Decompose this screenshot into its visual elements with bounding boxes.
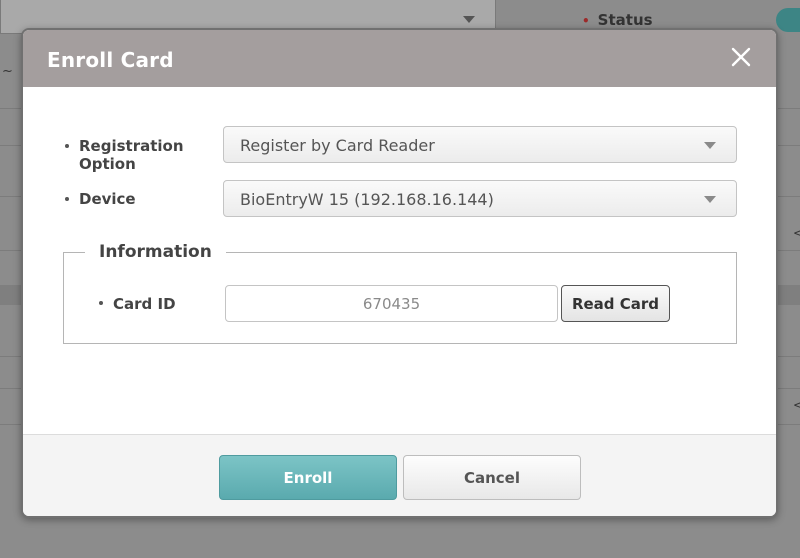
chevron-down-icon [704,142,716,149]
device-label: Device [79,190,136,208]
close-button[interactable] [730,46,752,68]
device-select[interactable]: BioEntryW 15 (192.168.16.144) [223,180,737,217]
card-id-input[interactable] [225,285,558,322]
registration-option-label: Registration Option [79,137,184,173]
required-marker: • [582,14,590,28]
card-id-label: Card ID [113,295,176,313]
cancel-button[interactable]: Cancel [403,455,581,500]
chevron-down-icon [704,196,716,203]
dialog-footer: Enroll Cancel [23,434,776,516]
background-range-tilde: ~ [2,64,13,79]
chevron-down-icon [463,16,475,23]
registration-option-select[interactable]: Register by Card Reader [223,126,737,163]
enroll-button[interactable]: Enroll [219,455,397,500]
device-value: BioEntryW 15 (192.168.16.144) [240,190,494,209]
bullet-icon [65,197,69,201]
bullet-icon [65,144,69,148]
background-status-toggle [776,8,800,32]
bullet-icon [99,301,103,305]
dialog-title: Enroll Card [47,48,174,72]
chevron-left-icon: < [793,398,800,412]
information-legend: Information [85,242,226,262]
background-status-label: • Status [582,11,653,29]
close-icon [731,47,751,67]
registration-option-value: Register by Card Reader [240,136,435,155]
dialog-header: Enroll Card [23,30,776,87]
chevron-left-icon: < [793,226,800,240]
read-card-button[interactable]: Read Card [561,285,670,322]
enroll-card-dialog: Enroll Card Registration Option Register… [21,28,778,518]
